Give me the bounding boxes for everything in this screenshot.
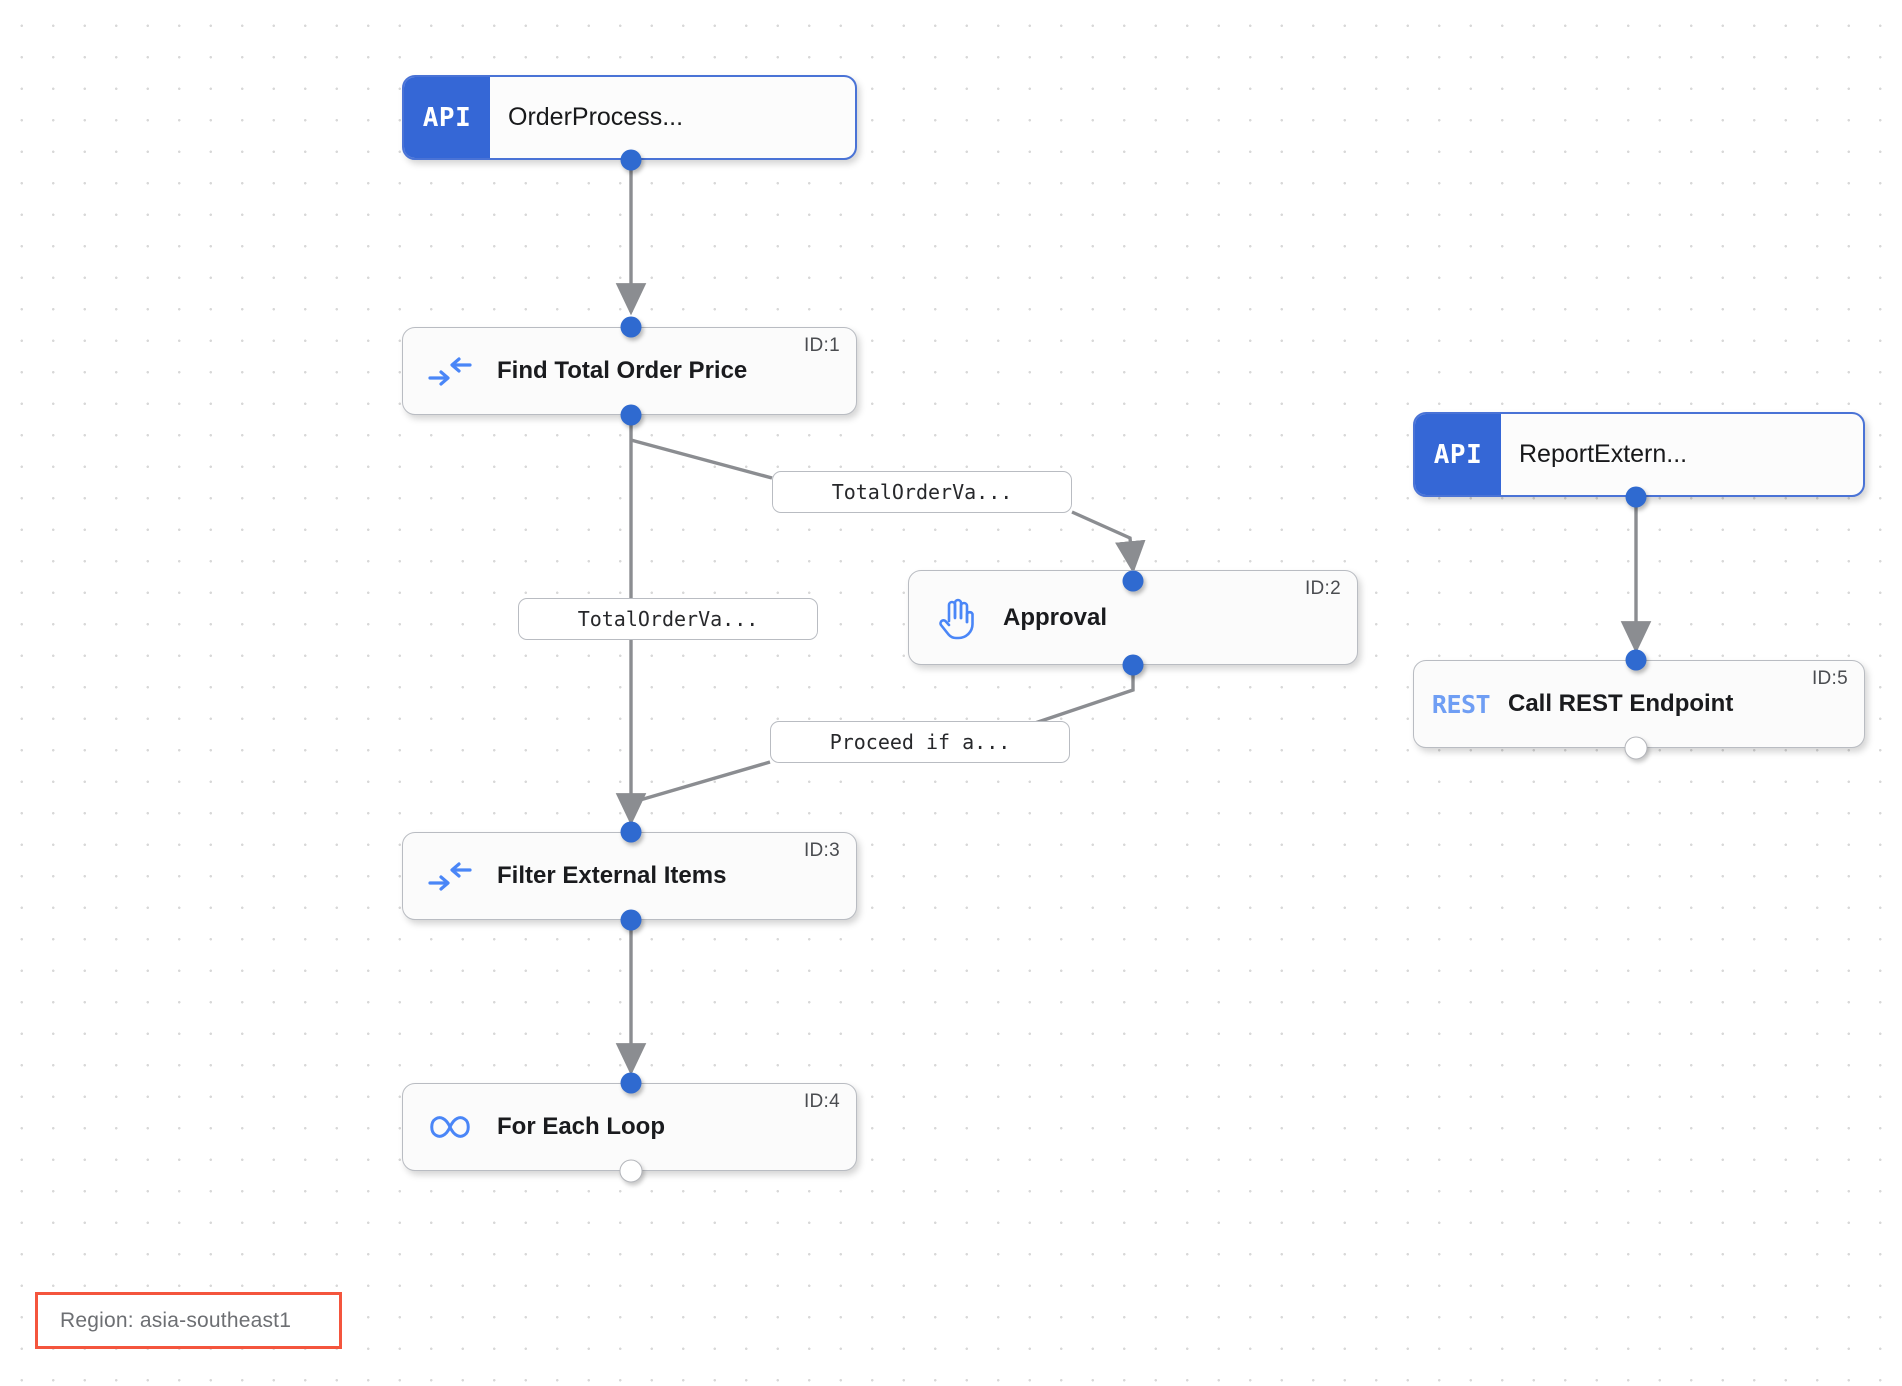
- port-for-each-loop-output[interactable]: [619, 1159, 643, 1183]
- port-call-rest-endpoint-input[interactable]: [1625, 649, 1647, 671]
- node-find-total-order-price-id: ID:1: [803, 335, 840, 356]
- node-report-external-title: ReportExtern...: [1519, 440, 1688, 468]
- region-annotation: Region: asia-southeast1: [35, 1292, 342, 1349]
- node-order-process-title: OrderProcess...: [508, 103, 684, 131]
- node-filter-external-items-label: Filter External Items: [497, 862, 727, 889]
- edge-find-total-to-approval-a: [630, 438, 773, 480]
- port-approval-input[interactable]: [1122, 570, 1144, 592]
- edge-label-total-order-va-left[interactable]: TotalOrderVa...: [518, 598, 818, 640]
- node-filter-external-items-id: ID:3: [803, 840, 840, 861]
- node-report-external-inner: API ReportExtern...: [1415, 414, 1863, 495]
- port-order-process-output[interactable]: [620, 149, 642, 171]
- api-badge-icon: API: [1415, 414, 1501, 495]
- edge-approval-to-filter-a: [1034, 665, 1135, 725]
- workflow-canvas[interactable]: API OrderProcess... Find Total Order Pri…: [0, 0, 1902, 1386]
- rest-badge-text: REST: [1431, 689, 1491, 719]
- region-annotation-text: Region: asia-southeast1: [60, 1308, 292, 1332]
- node-for-each-loop-label: For Each Loop: [497, 1113, 665, 1140]
- node-find-total-order-price[interactable]: Find Total Order Price ID:1: [402, 327, 857, 415]
- node-for-each-loop[interactable]: For Each Loop ID:4: [402, 1083, 857, 1171]
- node-report-external[interactable]: API ReportExtern...: [1413, 412, 1865, 497]
- node-call-rest-endpoint-label: Call REST Endpoint: [1508, 690, 1734, 717]
- port-filter-external-items-output[interactable]: [620, 909, 642, 931]
- collapse-arrows-icon: [403, 354, 497, 388]
- node-filter-external-items[interactable]: Filter External Items ID:3: [402, 832, 857, 920]
- port-find-total-order-price-input[interactable]: [620, 316, 642, 338]
- node-order-process-inner: API OrderProcess...: [404, 77, 855, 158]
- node-call-rest-endpoint[interactable]: REST Call REST Endpoint ID:5: [1413, 660, 1865, 748]
- port-report-external-output[interactable]: [1625, 486, 1647, 508]
- infinity-icon: [403, 1112, 497, 1142]
- edge-approval-to-filter-b: [639, 760, 771, 802]
- edge-label-proceed-if-a[interactable]: Proceed if a...: [770, 721, 1070, 763]
- collapse-arrows-icon: [403, 859, 497, 893]
- edge-find-total-to-approval-b: [1071, 510, 1146, 574]
- node-approval-label: Approval: [1003, 603, 1108, 631]
- api-badge-icon: API: [404, 77, 490, 158]
- node-order-process[interactable]: API OrderProcess...: [402, 75, 857, 160]
- port-for-each-loop-input[interactable]: [620, 1072, 642, 1094]
- port-call-rest-endpoint-output[interactable]: [1624, 736, 1648, 760]
- rest-badge-icon: REST: [1414, 690, 1508, 719]
- port-approval-output[interactable]: [1122, 654, 1144, 676]
- port-filter-external-items-input[interactable]: [620, 821, 642, 843]
- node-approval-id: ID:2: [1304, 578, 1341, 599]
- port-find-total-order-price-output[interactable]: [620, 404, 642, 426]
- node-find-total-order-price-label: Find Total Order Price: [497, 357, 748, 384]
- node-call-rest-endpoint-id: ID:5: [1811, 668, 1848, 689]
- node-for-each-loop-id: ID:4: [803, 1091, 840, 1112]
- hand-raised-icon: [909, 596, 1003, 640]
- edge-label-total-order-va-top[interactable]: TotalOrderVa...: [772, 471, 1072, 513]
